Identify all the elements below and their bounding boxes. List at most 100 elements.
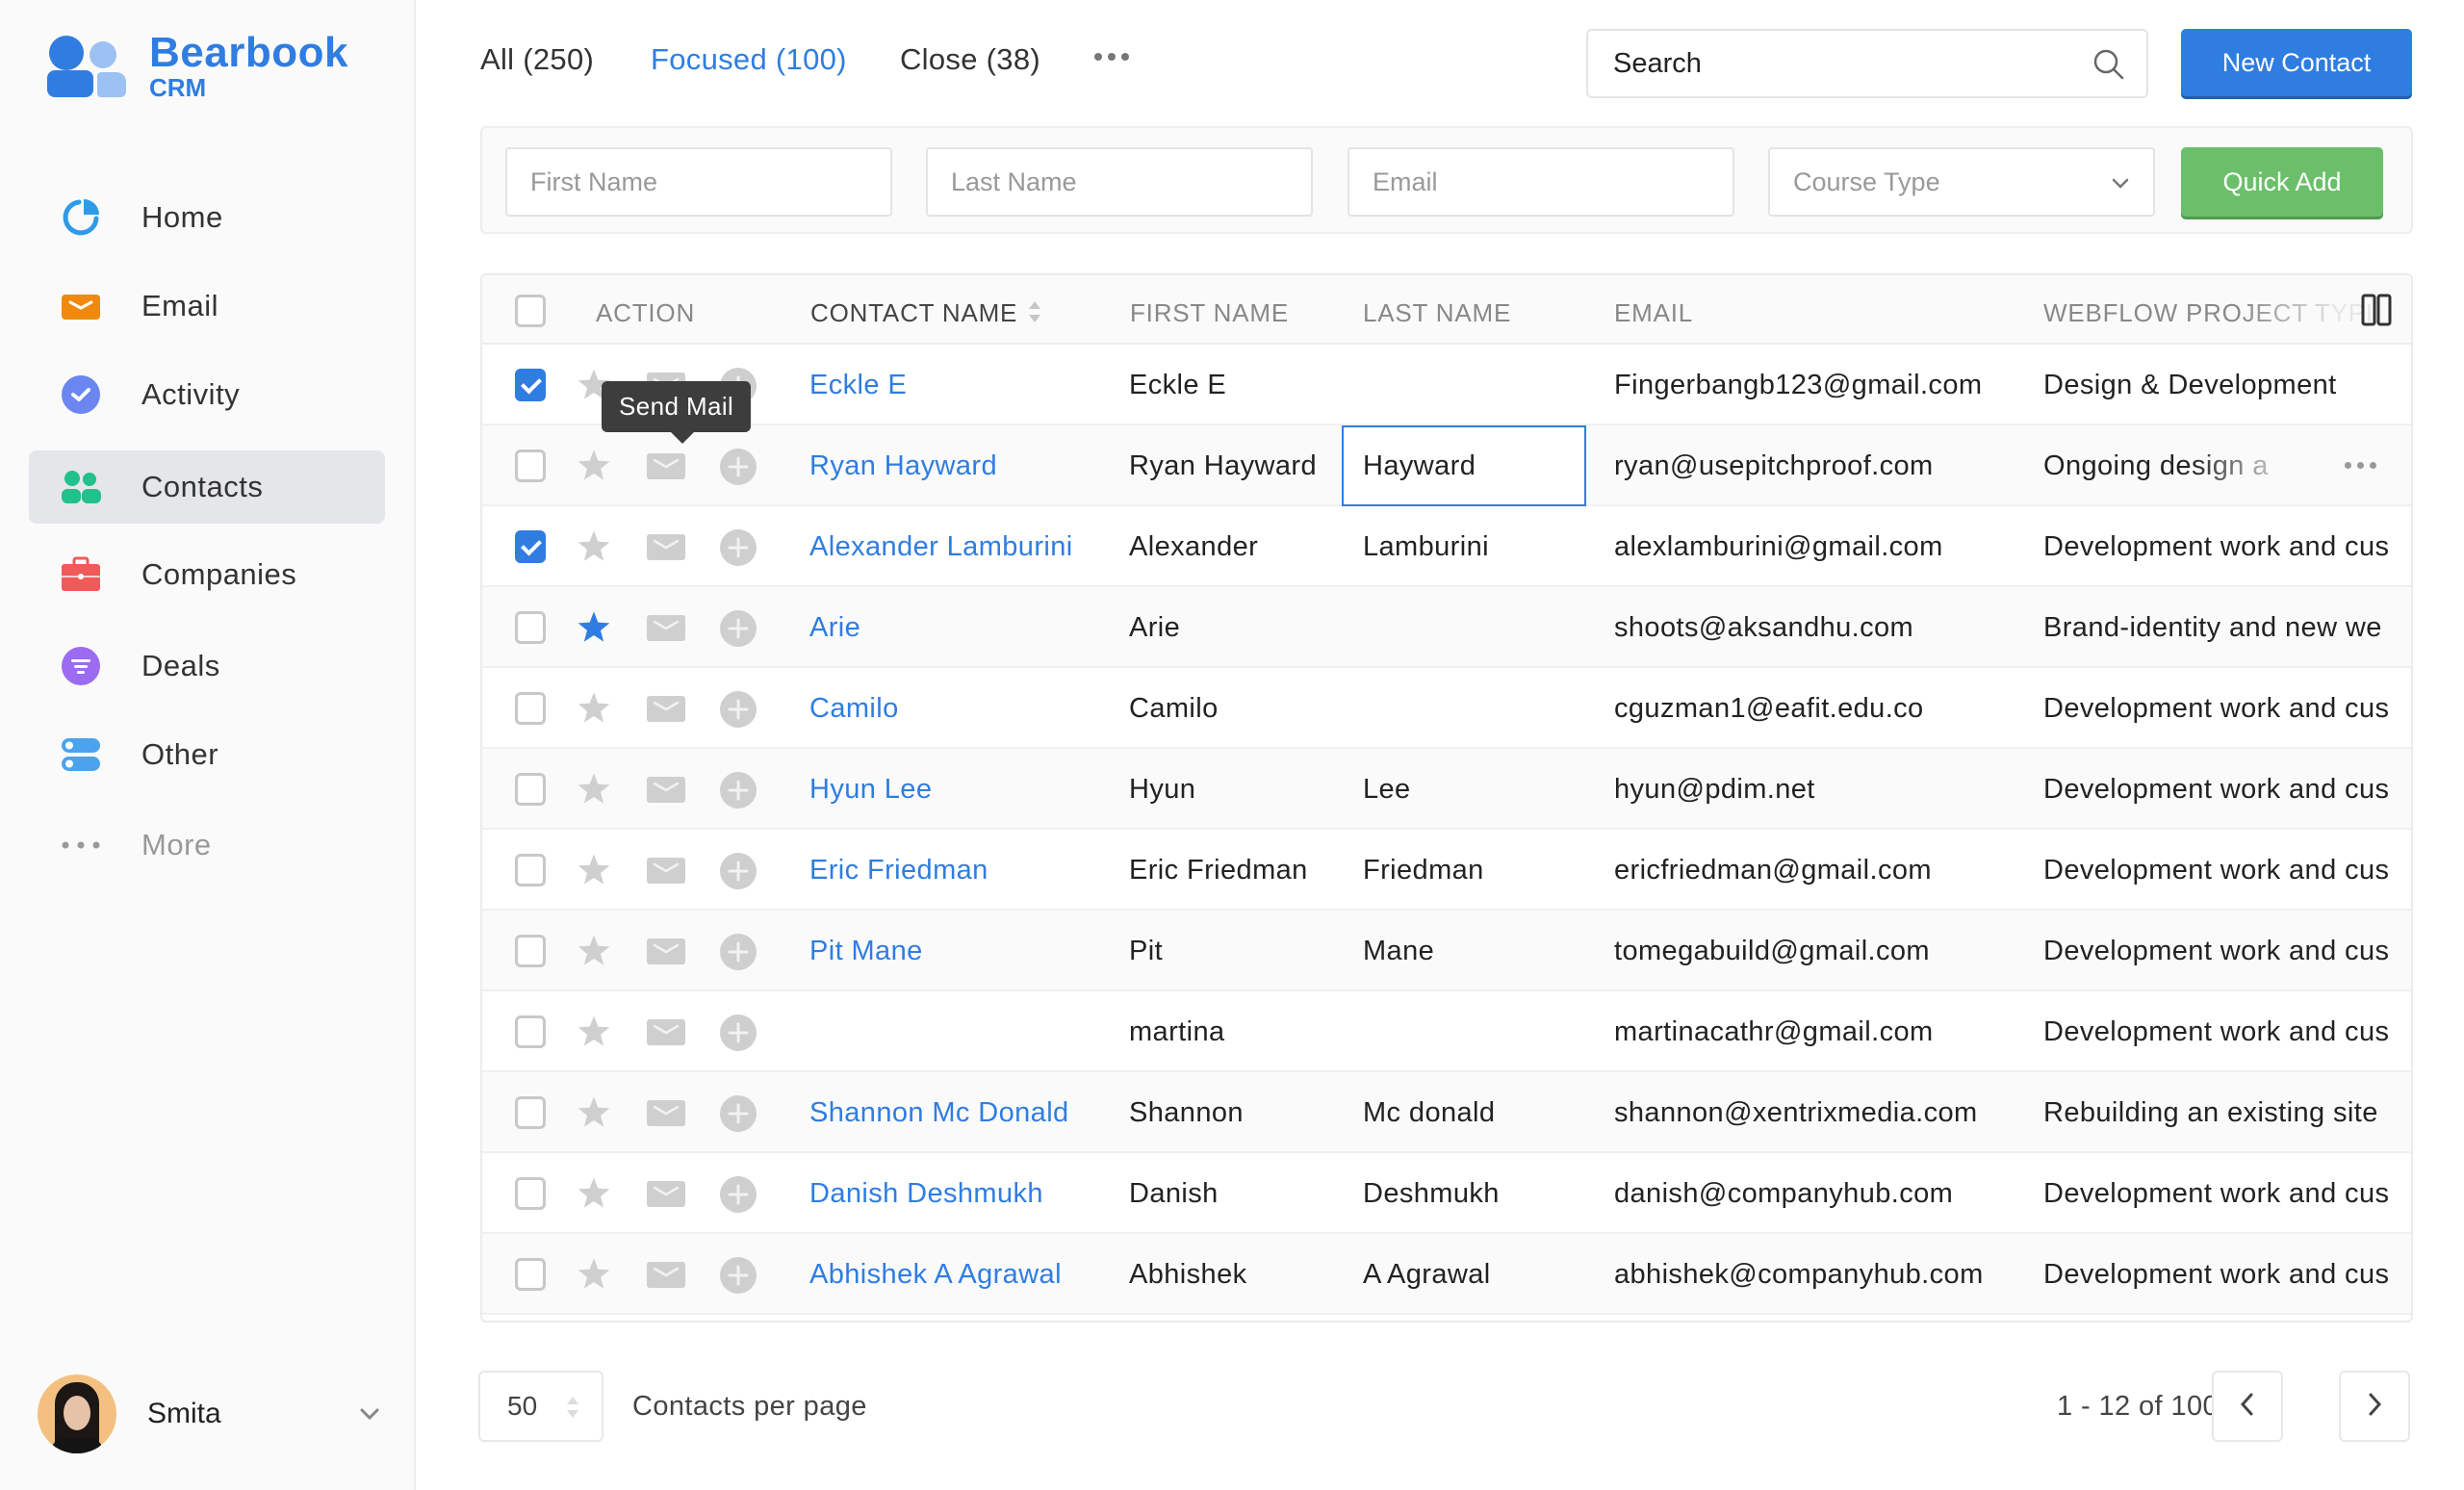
mail-icon[interactable] <box>646 689 686 732</box>
contact-name-link[interactable]: Danish Deshmukh <box>809 1178 1043 1210</box>
mail-icon[interactable] <box>646 1013 686 1056</box>
sidebar-item-email[interactable]: Email <box>29 270 385 343</box>
contact-name-link[interactable]: Abhishek A Agrawal <box>809 1259 1062 1291</box>
quick-add-button[interactable]: Quick Add <box>2181 147 2383 217</box>
contact-name-link[interactable]: Eckle E <box>809 370 907 401</box>
mail-icon[interactable] <box>646 608 686 652</box>
table-row[interactable]: Ryan Hayward Ryan Hayward Hayward ryan@usep… <box>482 425 2411 506</box>
add-icon[interactable] <box>718 527 758 573</box>
row-checkbox[interactable] <box>515 1258 546 1291</box>
star-icon[interactable] <box>575 447 613 490</box>
star-icon[interactable] <box>575 527 613 571</box>
sidebar-item-activity[interactable]: Activity <box>29 358 385 431</box>
last-name-cell[interactable]: Hayward <box>1363 450 1476 482</box>
row-checkbox[interactable] <box>515 1096 546 1129</box>
first-name-field[interactable] <box>505 147 892 217</box>
add-icon[interactable] <box>718 770 758 815</box>
row-checkbox[interactable] <box>515 773 546 806</box>
contact-name-link[interactable]: Eric Friedman <box>809 855 988 886</box>
star-icon[interactable] <box>575 1093 613 1137</box>
contact-name-link[interactable]: Pit Mane <box>809 936 923 967</box>
last-name-input[interactable] <box>951 167 1311 197</box>
star-icon[interactable] <box>575 770 613 813</box>
table-row[interactable]: Danish Deshmukh Danish Deshmukh danish@comp… <box>482 1153 2411 1234</box>
add-icon[interactable] <box>718 1013 758 1058</box>
table-row[interactable]: martina martinacathr@gmail.com Development… <box>482 991 2411 1072</box>
table-row[interactable]: Shannon Mc Donald Shannon Mc donald shannon… <box>482 1072 2411 1153</box>
add-icon[interactable] <box>718 689 758 734</box>
row-checkbox[interactable] <box>515 450 546 482</box>
mail-icon[interactable] <box>646 770 686 813</box>
table-row[interactable]: Pit Mane Pit Mane tomegabuild@gmail.com Deve… <box>482 911 2411 991</box>
table-row[interactable]: Eric Friedman Eric Friedman Friedman ericfr… <box>482 830 2411 911</box>
column-contact-name[interactable]: CONTACT NAME <box>810 298 1042 331</box>
contact-name-link[interactable]: Hyun Lee <box>809 774 932 806</box>
row-checkbox[interactable] <box>515 369 546 401</box>
row-checkbox[interactable] <box>515 1015 546 1048</box>
row-checkbox[interactable] <box>515 611 546 644</box>
tab-focused[interactable]: Focused (100) <box>651 42 847 77</box>
column-first-name[interactable]: FIRST NAME <box>1130 298 1289 328</box>
table-row[interactable]: Eckle E Eckle E Fingerbangb123@gmail.com De… <box>482 345 2411 425</box>
contact-name-link[interactable]: Shannon Mc Donald <box>809 1097 1069 1129</box>
prev-page-button[interactable] <box>2212 1371 2283 1442</box>
row-checkbox[interactable] <box>515 530 546 563</box>
star-icon[interactable] <box>575 1174 613 1218</box>
star-icon[interactable] <box>575 1013 613 1056</box>
add-icon[interactable] <box>718 1174 758 1220</box>
star-icon[interactable] <box>575 1255 613 1298</box>
app-logo[interactable]: Bearbook CRM <box>47 32 348 101</box>
tab-all[interactable]: All (250) <box>480 42 594 77</box>
star-icon[interactable] <box>575 932 613 975</box>
star-icon[interactable] <box>575 851 613 894</box>
mail-icon[interactable] <box>646 1174 686 1218</box>
add-icon[interactable] <box>718 932 758 977</box>
sidebar-item-deals[interactable]: Deals <box>29 629 385 703</box>
sidebar-item-more[interactable]: More <box>29 809 385 882</box>
table-row[interactable]: Hyun Lee Hyun Lee hyun@pdim.net Development … <box>482 749 2411 830</box>
last-name-field[interactable] <box>926 147 1313 217</box>
search-box[interactable] <box>1586 29 2148 98</box>
column-webflow-project-type[interactable]: WEBFLOW PROJECT TYPE <box>2043 298 2371 328</box>
row-checkbox[interactable] <box>515 854 546 886</box>
contact-name-link[interactable]: Arie <box>809 612 860 644</box>
tab-close[interactable]: Close (38) <box>900 42 1040 77</box>
table-row[interactable]: Camilo Camilo cguzman1@eafit.edu.co Develop… <box>482 668 2411 749</box>
mail-icon[interactable] <box>646 851 686 894</box>
course-type-select[interactable]: Course Type <box>1768 147 2155 217</box>
row-checkbox[interactable] <box>515 1177 546 1210</box>
search-icon[interactable] <box>2092 48 2125 86</box>
email-field[interactable] <box>1348 147 1734 217</box>
row-checkbox[interactable] <box>515 692 546 725</box>
star-icon[interactable] <box>575 608 613 652</box>
next-page-button[interactable] <box>2339 1371 2410 1442</box>
email-input[interactable] <box>1373 167 1732 197</box>
add-icon[interactable] <box>718 851 758 896</box>
table-row[interactable]: Arie Arie shoots@aksandhu.com Brand-identit… <box>482 587 2411 668</box>
mail-icon[interactable] <box>646 1093 686 1137</box>
search-input[interactable] <box>1613 47 2075 80</box>
sidebar-item-companies[interactable]: Companies <box>29 538 385 611</box>
select-all-checkbox[interactable] <box>515 295 546 327</box>
user-menu[interactable]: Smita <box>38 1374 384 1453</box>
tabs-more-icon[interactable] <box>1094 50 1133 64</box>
contact-name-link[interactable]: Alexander Lamburini <box>809 531 1073 563</box>
sidebar-item-home[interactable]: Home <box>29 181 385 254</box>
row-more-icon[interactable] <box>2345 462 2376 469</box>
sort-icon[interactable] <box>1027 299 1042 331</box>
table-row[interactable]: Abhishek A Agrawal Abhishek A Agrawal abhis… <box>482 1234 2411 1315</box>
chevron-down-icon[interactable] <box>355 1400 384 1428</box>
mail-icon[interactable] <box>646 1255 686 1298</box>
per-page-select[interactable]: 50 <box>478 1371 603 1442</box>
contact-name-link[interactable]: Camilo <box>809 693 899 725</box>
star-icon[interactable] <box>575 689 613 732</box>
add-icon[interactable] <box>718 1255 758 1300</box>
column-settings-icon[interactable] <box>2359 293 2394 332</box>
table-row[interactable]: Alexander Lamburini Alexander Lamburini ale… <box>482 506 2411 587</box>
mail-icon[interactable] <box>646 447 686 490</box>
new-contact-button[interactable]: New Contact <box>2181 29 2412 96</box>
add-icon[interactable] <box>718 447 758 492</box>
first-name-input[interactable] <box>530 167 890 197</box>
add-icon[interactable] <box>718 608 758 654</box>
column-email[interactable]: EMAIL <box>1614 298 1693 328</box>
